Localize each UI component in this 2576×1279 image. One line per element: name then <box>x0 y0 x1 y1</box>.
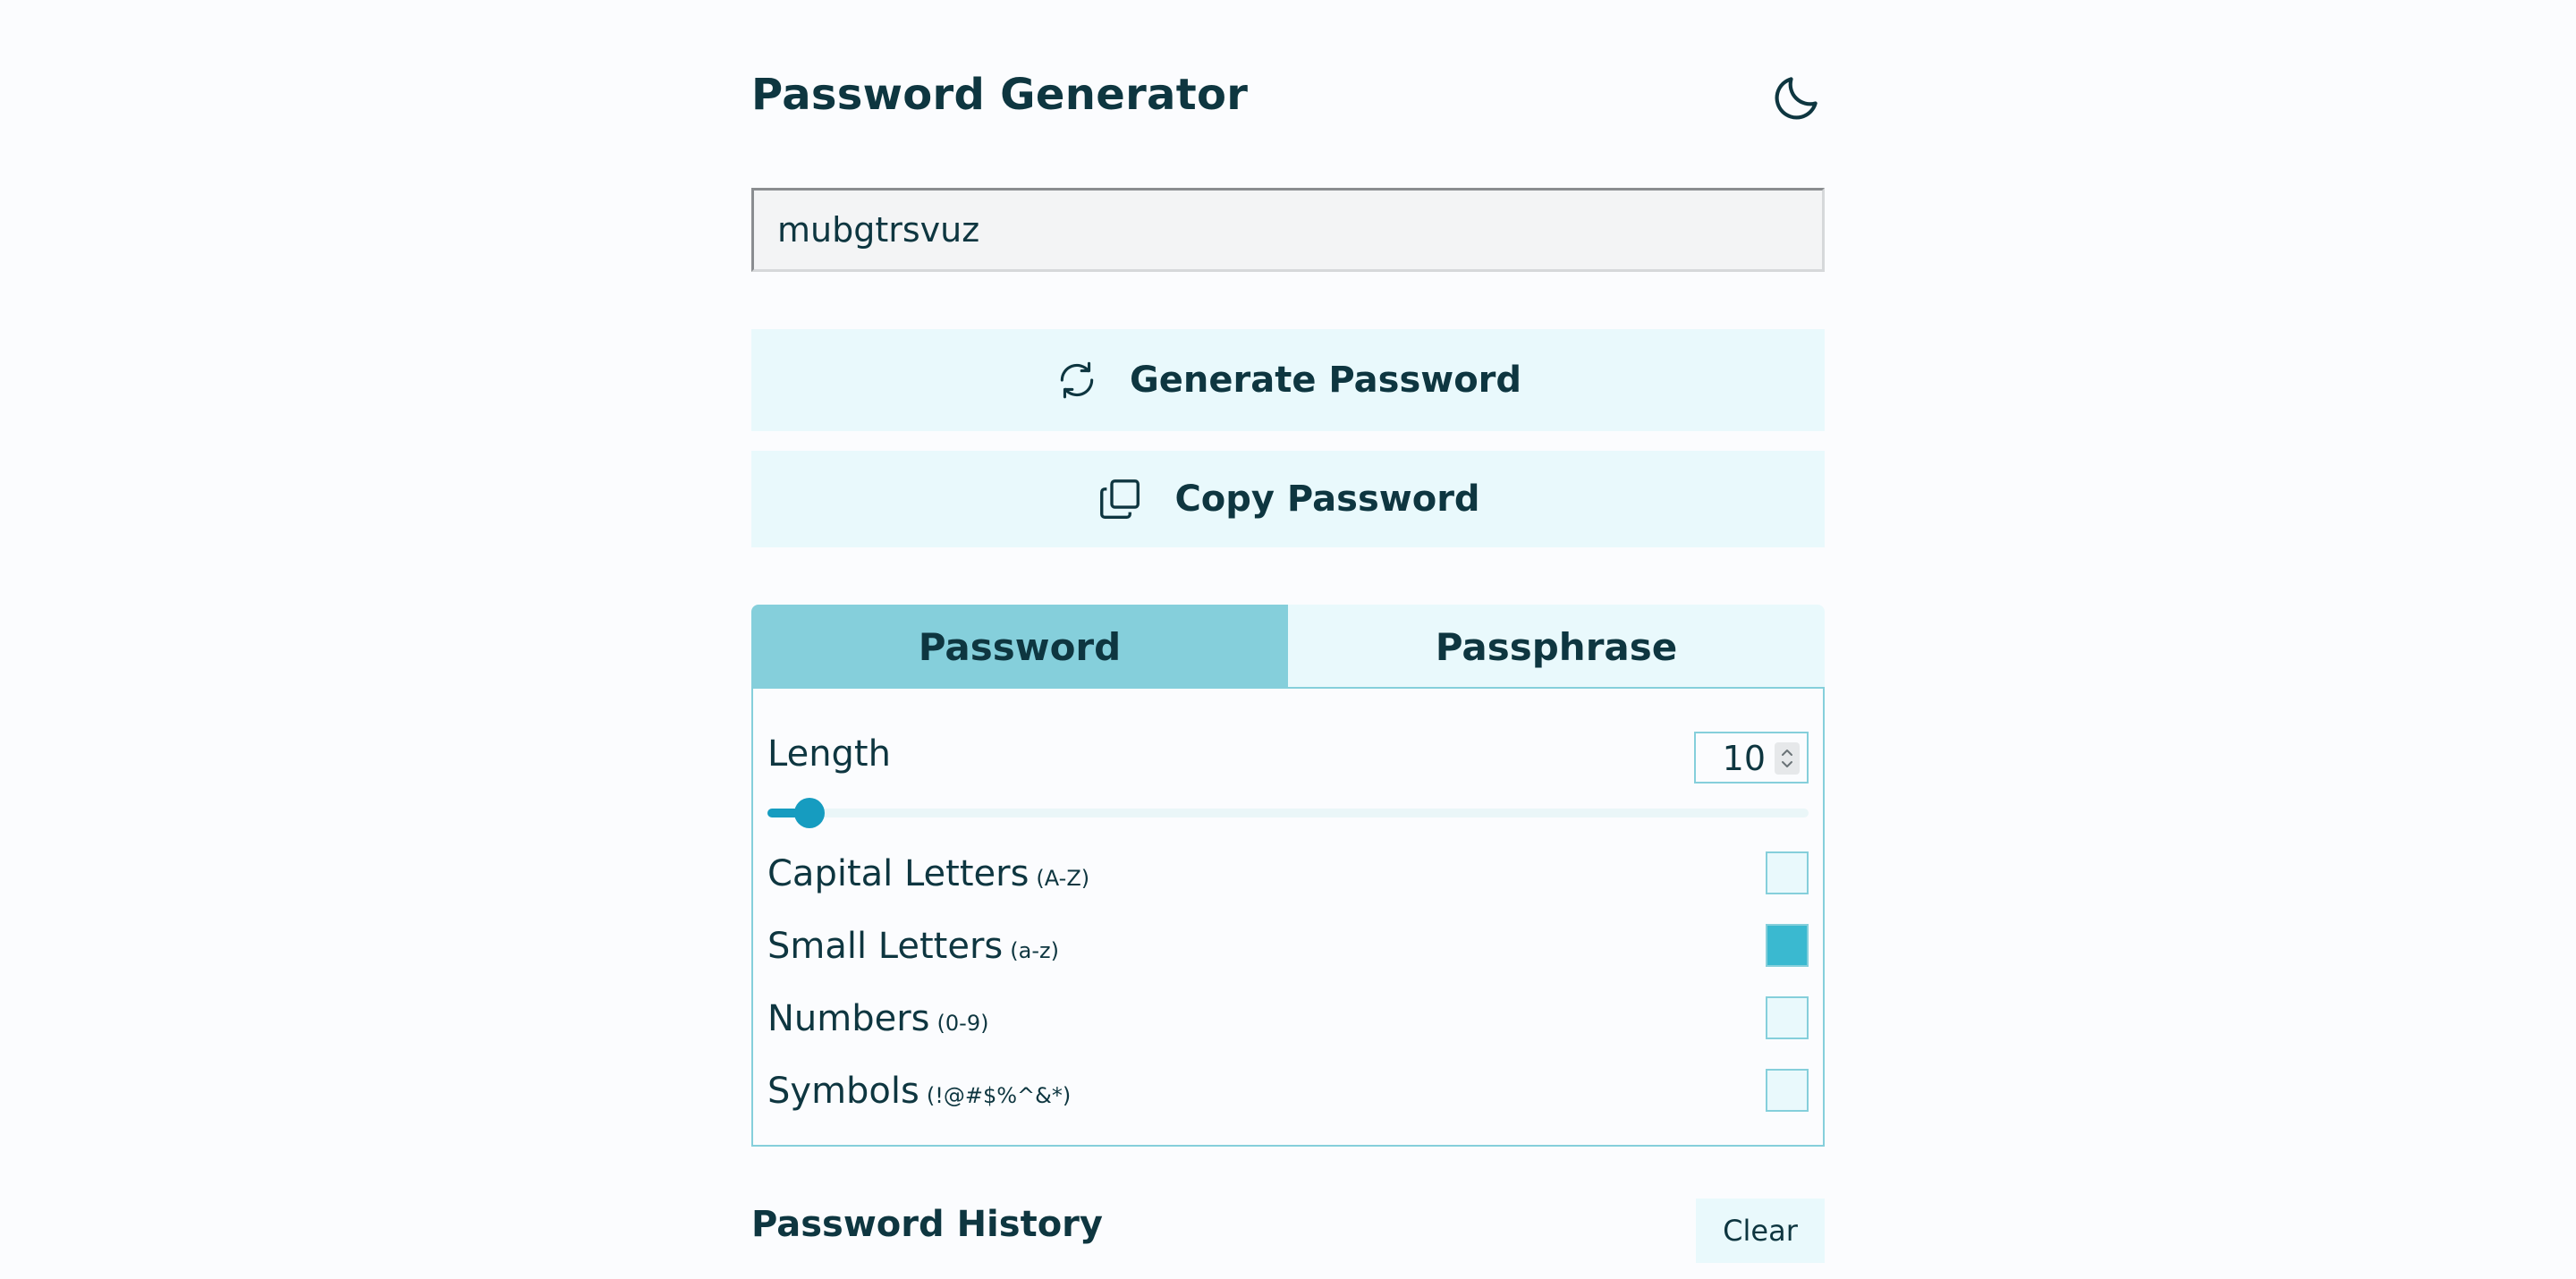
option-symbols-hint: (!@#$%^&*) <box>926 1083 1072 1108</box>
option-symbols-label: Symbols <box>767 1071 919 1112</box>
mode-tabs: Password Passphrase <box>751 605 1825 689</box>
option-numbers: Numbers (0-9) <box>767 991 1809 1054</box>
numbers-checkbox[interactable] <box>1766 996 1809 1039</box>
moon-icon[interactable] <box>1769 70 1825 125</box>
password-history: Password History Clear <box>751 1199 1825 1279</box>
option-label: Numbers (0-9) <box>767 998 988 1039</box>
tab-password-label: Password <box>918 624 1122 669</box>
tab-passphrase-label: Passphrase <box>1435 624 1678 669</box>
length-number-input[interactable]: 10 <box>1694 732 1809 783</box>
option-small-letters: Small Letters (a-z) <box>767 919 1809 981</box>
copy-password-button[interactable]: Copy Password <box>751 451 1825 547</box>
password-output[interactable] <box>751 188 1825 272</box>
option-numbers-hint: (0-9) <box>936 1011 989 1036</box>
generate-password-label: Generate Password <box>1129 360 1522 401</box>
symbols-checkbox[interactable] <box>1766 1069 1809 1112</box>
length-slider[interactable] <box>767 798 1809 828</box>
option-symbols: Symbols (!@#$%^&*) <box>767 1063 1809 1126</box>
option-label: Small Letters (a-z) <box>767 926 1059 967</box>
password-history-title: Password History <box>751 1204 1103 1245</box>
generate-password-button[interactable]: Generate Password <box>751 329 1825 431</box>
option-capital-letters: Capital Letters (A-Z) <box>767 846 1809 909</box>
page-title: Password Generator <box>751 70 1249 120</box>
capital-letters-checkbox[interactable] <box>1766 851 1809 894</box>
length-value: 10 <box>1722 739 1766 778</box>
length-label: Length <box>767 733 891 775</box>
option-label: Symbols (!@#$%^&*) <box>767 1071 1071 1112</box>
header: Password Generator <box>751 64 1825 136</box>
tab-password[interactable]: Password <box>751 605 1288 689</box>
option-small-letters-hint: (a-z) <box>1010 938 1059 963</box>
clear-history-button[interactable]: Clear <box>1696 1199 1825 1263</box>
length-spinner[interactable] <box>1775 742 1800 775</box>
option-small-letters-label: Small Letters <box>767 926 1004 967</box>
option-capital-letters-hint: (A-Z) <box>1036 866 1090 891</box>
option-label: Capital Letters (A-Z) <box>767 853 1089 894</box>
copy-password-label: Copy Password <box>1174 479 1480 520</box>
tab-passphrase[interactable]: Passphrase <box>1288 605 1825 689</box>
option-numbers-label: Numbers <box>767 998 930 1039</box>
spinner-arrows-icon <box>1782 750 1792 767</box>
copy-icon <box>1100 479 1140 519</box>
small-letters-checkbox[interactable] <box>1766 924 1809 967</box>
option-capital-letters-label: Capital Letters <box>767 853 1030 894</box>
refresh-icon <box>1060 361 1094 399</box>
options-panel: Length 10 Capital Letters (A-Z) Small Let… <box>751 687 1825 1147</box>
length-slider-thumb[interactable] <box>793 798 825 828</box>
